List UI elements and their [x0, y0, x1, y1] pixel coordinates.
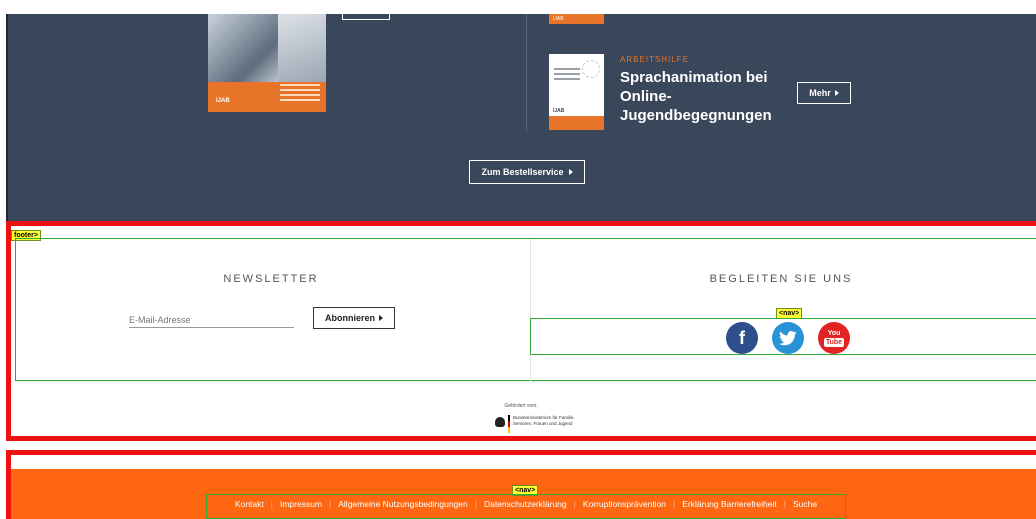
nav-separator: |	[270, 499, 273, 509]
facebook-icon[interactable]: f	[726, 322, 758, 354]
federal-eagle-icon	[495, 417, 505, 427]
page: IJAB IJAB IJAB ARBEITSHILFE Sprachanimat…	[0, 0, 1036, 519]
publication-kicker: ARBEITSHILFE	[620, 55, 689, 64]
nav-separator: |	[783, 499, 786, 509]
cover-photo-secondary	[278, 14, 326, 82]
footer-link-korruptionspraevention[interactable]: Korruptionsprävention	[583, 499, 666, 509]
footer-link-suche[interactable]: Suche	[793, 499, 817, 509]
previous-more-button[interactable]	[342, 14, 390, 20]
order-service-button[interactable]: Zum Bestellservice	[469, 160, 585, 184]
footer-horizontal-divider	[11, 381, 1036, 382]
twitter-bird-icon	[779, 330, 797, 345]
publication-cover-right[interactable]: IJAB	[549, 54, 604, 130]
follow-us-title: BEGLEITEN SIE UNS	[709, 273, 853, 285]
footer-link-impressum[interactable]: Impressum	[280, 499, 322, 509]
subscribe-button[interactable]: Abonnieren	[313, 307, 395, 329]
publications-section: IJAB IJAB IJAB ARBEITSHILFE Sprachanimat…	[6, 14, 1036, 221]
ministry-name: Bundesministerium für Familie, Senioren,…	[513, 415, 575, 426]
german-flag-icon	[508, 415, 510, 433]
arrow-right-icon	[834, 90, 839, 96]
nav-separator: |	[673, 499, 676, 509]
cover-orange-band	[549, 116, 604, 130]
footer-link-nutzungsbedingungen[interactable]: Allgemeine Nutzungsbedingungen	[338, 499, 467, 509]
cover-logo: IJAB	[553, 108, 565, 114]
twitter-icon[interactable]	[772, 322, 804, 354]
nav-separator: |	[573, 499, 576, 509]
ministry-logo[interactable]: Bundesministerium für Familie, Senioren,…	[495, 415, 575, 437]
more-button[interactable]: Mehr	[797, 82, 851, 104]
publication-title[interactable]: Sprachanimation bei Online-Jugendbegegnu…	[620, 68, 780, 125]
footer-link-kontakt[interactable]: Kontakt	[235, 499, 264, 509]
publications-divider	[526, 14, 527, 132]
footer-outline	[15, 238, 1036, 381]
order-service-label: Zum Bestellservice	[481, 167, 564, 177]
footer-nav-links: Kontakt | Impressum | Allgemeine Nutzung…	[206, 499, 846, 509]
subscribe-button-label: Abonnieren	[324, 313, 375, 323]
footer-column-divider	[530, 239, 531, 383]
cover-photo	[208, 14, 278, 82]
arrow-right-icon	[379, 315, 383, 321]
footer: footer> NEWSLETTER Abonnieren BEGLEITEN …	[6, 221, 1036, 441]
youtube-label-top: You	[827, 329, 841, 337]
youtube-icon[interactable]: You Tube	[818, 322, 850, 354]
funded-by-label: Gefördert vom:	[504, 403, 538, 409]
footer-link-barrierefreiheit[interactable]: Erklärung Barrierefreiheit	[682, 499, 776, 509]
cover-decoration	[582, 60, 600, 78]
nav-separator: |	[474, 499, 477, 509]
more-button-label: Mehr	[809, 88, 831, 98]
newsletter-title: NEWSLETTER	[223, 273, 319, 285]
previous-cover-stub: IJAB	[549, 14, 604, 24]
nav-separator: |	[329, 499, 332, 509]
cover-text-lines	[554, 68, 580, 83]
publication-cover-left[interactable]: IJAB	[208, 14, 326, 112]
footer-link-datenschutz[interactable]: Datenschutzerklärung	[484, 499, 567, 509]
arrow-right-icon	[568, 169, 573, 175]
newsletter-email-input[interactable]	[129, 312, 294, 328]
cover-text-lines	[280, 84, 320, 104]
cover-brand: IJAB	[216, 98, 230, 104]
youtube-label-bottom: Tube	[823, 337, 845, 347]
